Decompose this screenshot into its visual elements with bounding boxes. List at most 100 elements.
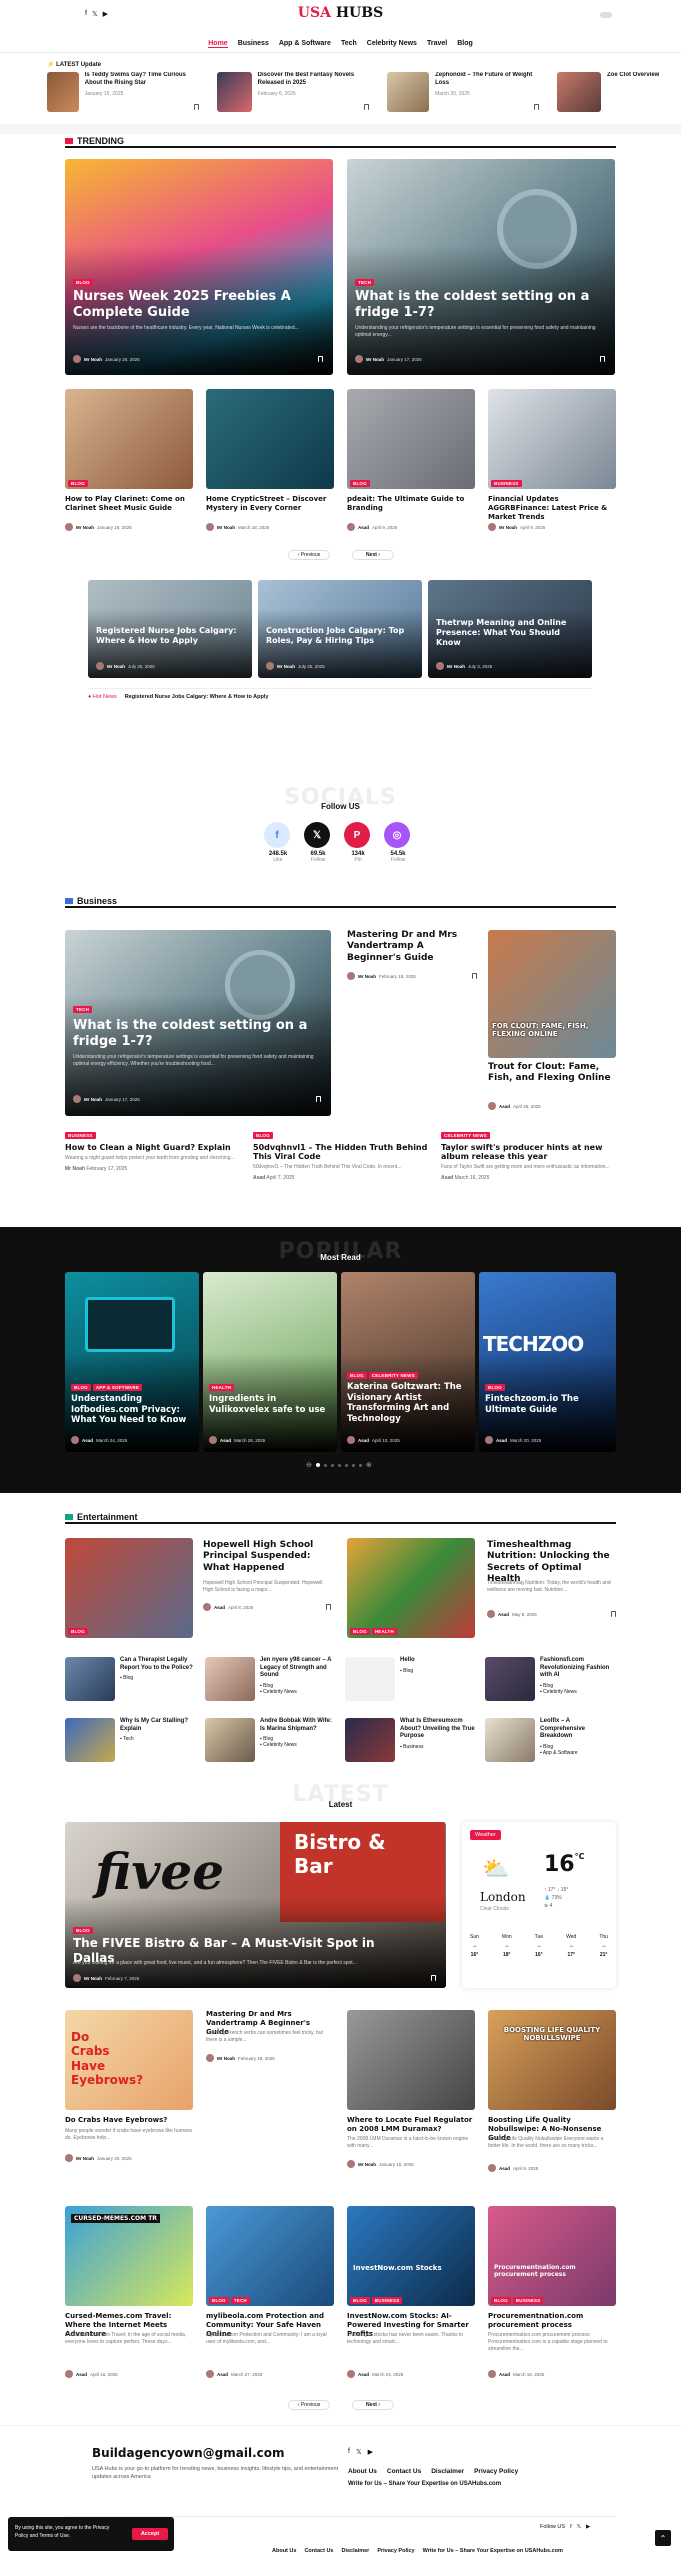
trending-wide-card[interactable]: Registered Nurse Jobs Calgary: Where & H… — [88, 580, 252, 678]
bookmark-icon[interactable] — [611, 1611, 616, 1617]
accept-button[interactable]: Accept — [132, 2528, 168, 2540]
bookmark-icon[interactable] — [194, 104, 199, 110]
update-item[interactable]: Zephonoid – The Future of Weight Loss Mar… — [387, 72, 543, 114]
ent-small-card[interactable]: Fashionsfi.com Revolutionizing Fashion w… — [485, 1657, 616, 1705]
latest-card[interactable]: Do Crabs Have Eyebrows? Do Crabs Have Ey… — [65, 2010, 193, 2180]
update-item[interactable]: Is Teddy Swims Gay? Time Curious About t… — [47, 72, 203, 114]
nav-blog[interactable]: Blog — [457, 40, 473, 47]
most-read-card[interactable]: BLOG APP & SOFTWARE Understanding Iofbodi… — [65, 1272, 199, 1452]
trending-card[interactable]: BUSINESS Financial Updates AGGRBFinance:… — [488, 389, 616, 534]
carousel-prev-icon[interactable]: ⊖ — [306, 1461, 312, 1469]
prev-button[interactable]: ‹ Previous — [288, 550, 330, 560]
trending-card[interactable]: BLOG pdeait: The Ultimate Guide to Brand… — [347, 389, 475, 534]
bookmark-icon[interactable] — [534, 104, 539, 110]
next-button[interactable]: Next › — [352, 550, 394, 560]
nav-tech[interactable]: Tech — [341, 40, 357, 47]
footer-link[interactable]: Privacy Policy — [377, 2548, 414, 2554]
ent-feature-2[interactable]: BLOG HEALTH Timeshealthmag Nutrition: Unl… — [347, 1538, 616, 1638]
footer-link[interactable]: Contact Us — [304, 2548, 333, 2554]
business-list-card[interactable]: BUSINESS How to Clean a Night Guard? Exp… — [65, 1130, 240, 1172]
footer-link[interactable]: Contact Us — [387, 2468, 421, 2475]
site-logo[interactable]: USA HUBS — [0, 5, 681, 21]
hot-news-ticker[interactable]: ● Hot News Registered Nurse Jobs Calgary:… — [88, 688, 592, 700]
update-item[interactable]: Discover the Best Fantasy Novels Release… — [217, 72, 373, 114]
facebook-icon[interactable]: f — [570, 2524, 572, 2530]
back-to-top-button[interactable]: ⌃ — [655, 2530, 671, 2546]
trending-feature-1[interactable]: BLOG Nurses Week 2025 Freebies A Complet… — [65, 159, 333, 375]
latest-card[interactable]: Where to Locate Fuel Regulator on 2008 L… — [347, 2010, 475, 2180]
trending-feature-2[interactable]: TECH What is the coldest setting on a fr… — [347, 159, 615, 375]
nav-app-software[interactable]: App & Software — [279, 40, 331, 47]
ent-small-card[interactable]: Why Is My Car Stalling? Explain ▪ Tech — [65, 1718, 195, 1766]
bookmark-icon[interactable] — [600, 356, 605, 362]
youtube-icon[interactable]: ▶ — [368, 2448, 373, 2456]
weather-widget: Weather ⛅ 16°C London Clear Clouds ↑ 17°… — [462, 1822, 616, 1988]
latest-card[interactable]: CURSED-MEMES.COM TR Cursed-Memes.com Tra… — [65, 2206, 193, 2386]
ent-feature-1[interactable]: BLOG Hopewell High School Principal Susp… — [65, 1538, 331, 1638]
x-icon[interactable]: 𝕏 — [356, 2448, 362, 2456]
business-feature[interactable]: TECH What is the coldest setting on a fr… — [65, 930, 331, 1116]
ent-small-card[interactable]: Leolfix – A Comprehensive Breakdown ▪ Blo… — [485, 1718, 616, 1766]
most-read-section: POPULAR Most Read BLOG APP & SOFTWARE Und… — [0, 1227, 681, 1493]
next-button[interactable]: Next › — [352, 2400, 394, 2410]
nav-home[interactable]: Home — [208, 40, 228, 48]
article-meta: Mr Noah January 17, 2025 — [355, 355, 422, 363]
prev-button[interactable]: ‹ Previous — [288, 2400, 330, 2410]
footer-link[interactable]: Write for Us – Share Your Expertise on U… — [423, 2548, 563, 2554]
social-facebook[interactable]: f 248.5k Like — [264, 822, 292, 863]
latest-card[interactable]: Mastering Dr and Mrs Vandertramp A Begin… — [206, 2010, 334, 2180]
business-mid-card[interactable]: Mastering Dr and Mrs Vandertramp A Begin… — [347, 930, 477, 990]
carousel-dots[interactable]: ⊖ ⊕ — [306, 1461, 372, 1469]
most-read-card[interactable]: TECHZOO BLOG Fintechzoom.io The Ultimate… — [479, 1272, 616, 1452]
bookmark-icon[interactable] — [326, 1604, 331, 1610]
bookmark-icon[interactable] — [364, 104, 369, 110]
bookmark-icon[interactable] — [431, 1975, 436, 1981]
category-tag[interactable]: BLOG — [73, 279, 93, 286]
most-read-card[interactable]: BLOG CELEBRITY NEWS Katerina Goltzwart: T… — [341, 1272, 475, 1452]
footer-link[interactable]: Disclaimer — [431, 2468, 464, 2475]
latest-card[interactable]: InvestNow.com Stocks BLOG BUSINESS Invest… — [347, 2206, 475, 2386]
ent-small-card[interactable]: Hello ▪ Blog — [345, 1657, 475, 1705]
nav-travel[interactable]: Travel — [427, 40, 447, 47]
article-title[interactable]: Nurses Week 2025 Freebies A Complete Gui… — [73, 289, 313, 322]
footer-write-link[interactable]: Write for Us – Share Your Expertise on U… — [348, 2481, 501, 2487]
logo-prefix: USA — [297, 5, 331, 21]
social-x[interactable]: 𝕏 69.5k Follow — [304, 822, 332, 863]
trending-wide-card[interactable]: Thetrwp Meaning and Online Presence: Wha… — [428, 580, 592, 678]
footer-link[interactable]: About Us — [272, 2548, 296, 2554]
social-pinterest[interactable]: P 134k Pin — [344, 822, 372, 863]
nav-celebrity[interactable]: Celebrity News — [367, 40, 417, 47]
trending-wide-card[interactable]: Construction Jobs Calgary: Top Roles, Pa… — [258, 580, 422, 678]
business-right-card[interactable]: FOR CLOUT: FAME, FISH, FLEXING ONLINE Tr… — [488, 930, 616, 1116]
business-list-card[interactable]: BLOG 50dvqhnvl1 – The Hidden Truth Behin… — [253, 1130, 428, 1181]
latest-card[interactable]: Procurementnation.com procurement proces… — [488, 2206, 616, 2386]
youtube-icon[interactable]: ▶ — [586, 2524, 590, 2530]
business-list-card[interactable]: CELEBRITY NEWS Taylor swift's producer h… — [441, 1130, 616, 1181]
ent-small-card[interactable]: What Is Ethereumxcm About? Unveiling the… — [345, 1718, 475, 1766]
category-tag[interactable]: TECH — [355, 279, 375, 286]
ent-small-card[interactable]: Andre Bobbak With Wife: Is Marina Shipma… — [205, 1718, 335, 1766]
nav-business[interactable]: Business — [238, 40, 269, 47]
bookmark-icon[interactable] — [318, 356, 323, 362]
trending-card[interactable]: BLOG How to Play Clarinet: Come on Clari… — [65, 389, 193, 534]
footer-link[interactable]: Privacy Policy — [474, 2468, 518, 2475]
bookmark-icon[interactable] — [316, 1096, 321, 1102]
latest-card[interactable]: BOOSTING LIFE QUALITY NOBULLSWIPE Boosti… — [488, 2010, 616, 2180]
ent-small-card[interactable]: Can a Therapist Legally Report You to th… — [65, 1657, 195, 1705]
ent-small-card[interactable]: Jen nyere y98 cancer – A Legacy of Stren… — [205, 1657, 335, 1705]
social-instagram[interactable]: ◎ 54.5k Follow — [384, 822, 412, 863]
latest-feature[interactable]: Bistro & Bar fivee BLOG The FIVEE Bistro… — [65, 1822, 446, 1988]
facebook-icon[interactable]: f — [348, 2448, 350, 2456]
article-title[interactable]: What is the coldest setting on a fridge … — [355, 289, 595, 322]
latest-card[interactable]: BLOG TECH mylibeola.com Protection and Co… — [206, 2206, 334, 2386]
bookmark-icon[interactable] — [472, 973, 477, 979]
carousel-next-icon[interactable]: ⊕ — [366, 1461, 372, 1469]
most-read-card[interactable]: HEALTH Ingredients in Vulikoxvelex safe … — [203, 1272, 337, 1452]
theme-toggle[interactable] — [600, 12, 612, 18]
footer-email[interactable]: Buildagencyown@gmail.com — [92, 2446, 285, 2460]
footer-link[interactable]: About Us — [348, 2468, 377, 2475]
trending-card[interactable]: Home CrypticStreet – Discover Mystery in… — [206, 389, 334, 534]
x-icon[interactable]: 𝕏 — [577, 2524, 581, 2530]
footer-link[interactable]: Disclaimer — [341, 2548, 369, 2554]
update-item[interactable]: Zoe Clot Overview — [557, 72, 681, 114]
